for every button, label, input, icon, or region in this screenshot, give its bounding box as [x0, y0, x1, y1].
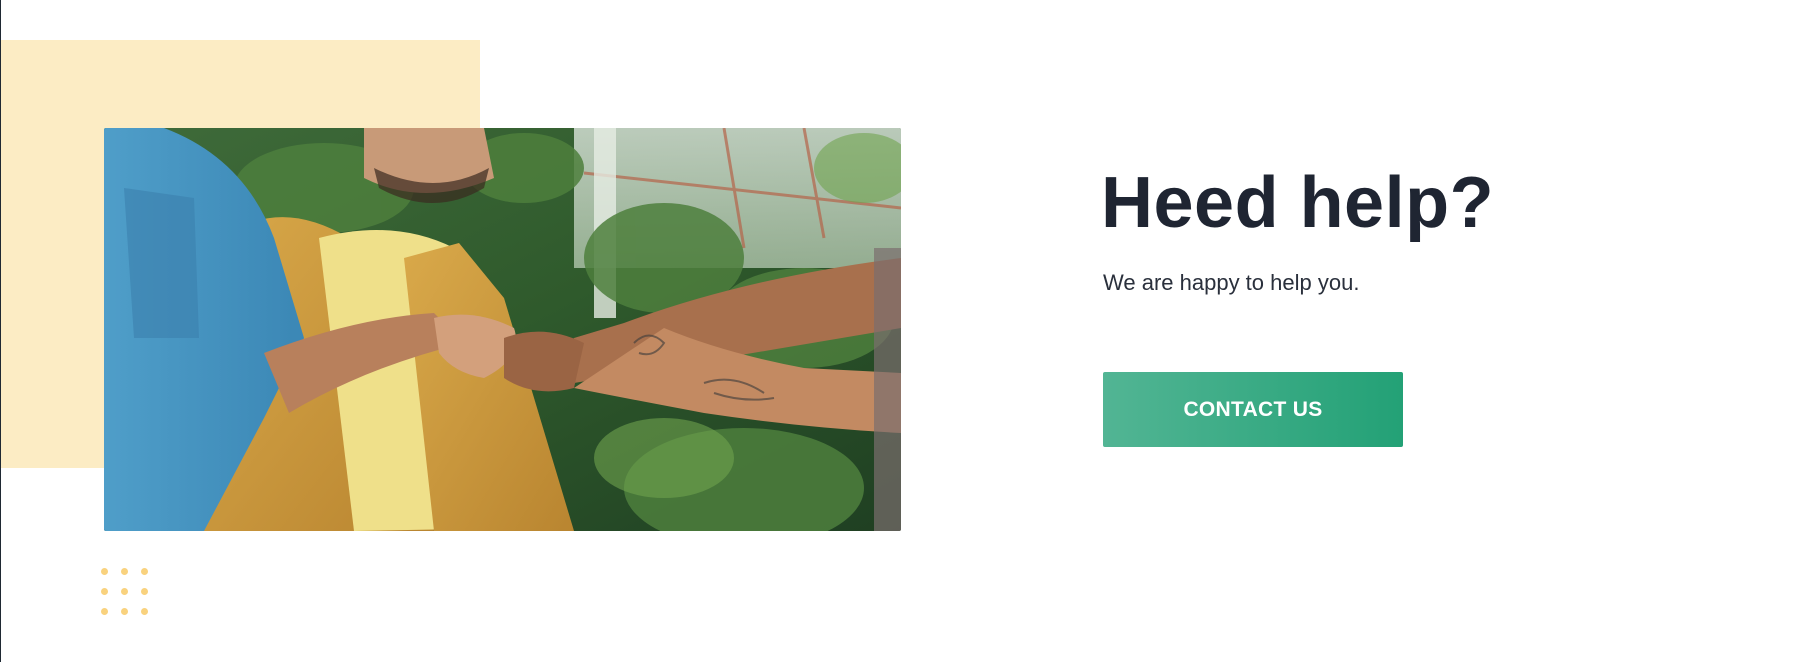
help-section: Heed help? We are happy to help you. CON… — [0, 0, 1800, 662]
page-subtitle: We are happy to help you. — [1103, 270, 1360, 295]
decorative-dot-grid — [101, 568, 151, 618]
page-title: Heed help? — [1101, 163, 1495, 243]
team-fist-bump-photo — [104, 128, 901, 531]
contact-us-button[interactable]: CONTACT US — [1103, 372, 1403, 447]
